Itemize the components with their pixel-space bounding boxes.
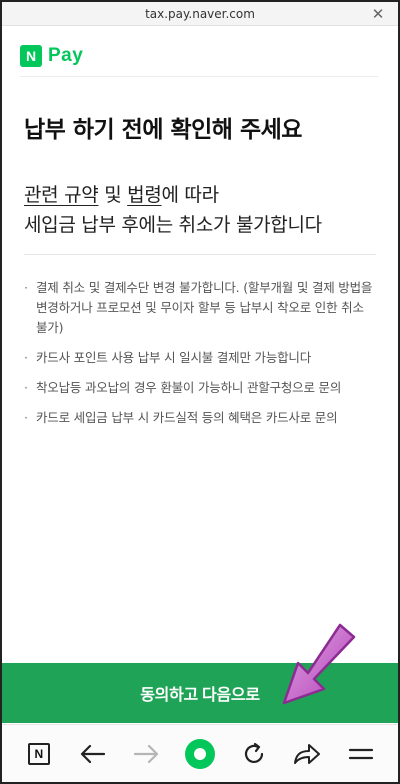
forward-button[interactable]	[129, 737, 163, 771]
refresh-icon	[244, 742, 263, 763]
list-item: 카드사 포인트 사용 납부 시 일시불 결제만 가능합니다	[24, 348, 374, 368]
page-title: 납부 하기 전에 확인해 주세요	[24, 117, 302, 143]
list-item: 착오납등 과오납의 경우 환불이 가능하니 관할구청으로 문의	[24, 378, 374, 398]
green-dot-button[interactable]	[183, 737, 217, 771]
url-bar: tax.pay.naver.com ✕	[2, 2, 398, 26]
close-icon[interactable]: ✕	[370, 6, 386, 22]
menu-icon	[348, 748, 374, 759]
annotation-arrow-icon	[282, 623, 356, 705]
header-divider	[20, 76, 378, 77]
subtitle-line-2: 세입금 납부 후에는 취소가 불가합니다	[24, 214, 322, 236]
menu-button[interactable]	[344, 737, 378, 771]
naver-home-icon: N	[27, 742, 50, 765]
forward-arrow-icon	[134, 744, 159, 763]
laws-link[interactable]: 법령	[127, 184, 162, 206]
list-item: 카드로 세입금 납부 시 카드실적 등의 혜택은 카드사로 문의	[24, 408, 374, 428]
content-divider	[24, 254, 376, 255]
subtitle-line1-rest: 에 따라	[161, 184, 220, 206]
pay-wordmark: Pay	[48, 45, 84, 66]
subtitle-line-1: 관련 규약 및 법령에 따라	[24, 180, 322, 210]
subtitle-and: 및	[98, 184, 128, 206]
refresh-button[interactable]	[237, 737, 271, 771]
naver-home-button[interactable]: N	[22, 737, 56, 771]
green-dot-icon	[184, 738, 215, 769]
naver-n-badge: N	[20, 45, 42, 67]
share-button[interactable]	[290, 737, 324, 771]
notice-list: 결제 취소 및 결제수단 변경 불가합니다. (할부개월 및 결제 방법을 변경…	[24, 278, 374, 438]
npay-logo: N Pay	[20, 44, 83, 68]
url-text: tax.pay.naver.com	[145, 6, 255, 21]
browser-navbar: N	[2, 724, 398, 782]
back-arrow-icon	[80, 744, 105, 763]
share-icon	[294, 743, 321, 764]
list-item: 결제 취소 및 결제수단 변경 불가합니다. (할부개월 및 결제 방법을 변경…	[24, 278, 374, 338]
phone-frame: tax.pay.naver.com ✕ N Pay 납부 하기 전에 확인해 주…	[0, 0, 400, 784]
back-button[interactable]	[76, 737, 110, 771]
related-terms-link[interactable]: 관련 규약	[24, 184, 99, 206]
notice-subtitle: 관련 규약 및 법령에 따라 세입금 납부 후에는 취소가 불가합니다	[24, 180, 322, 240]
